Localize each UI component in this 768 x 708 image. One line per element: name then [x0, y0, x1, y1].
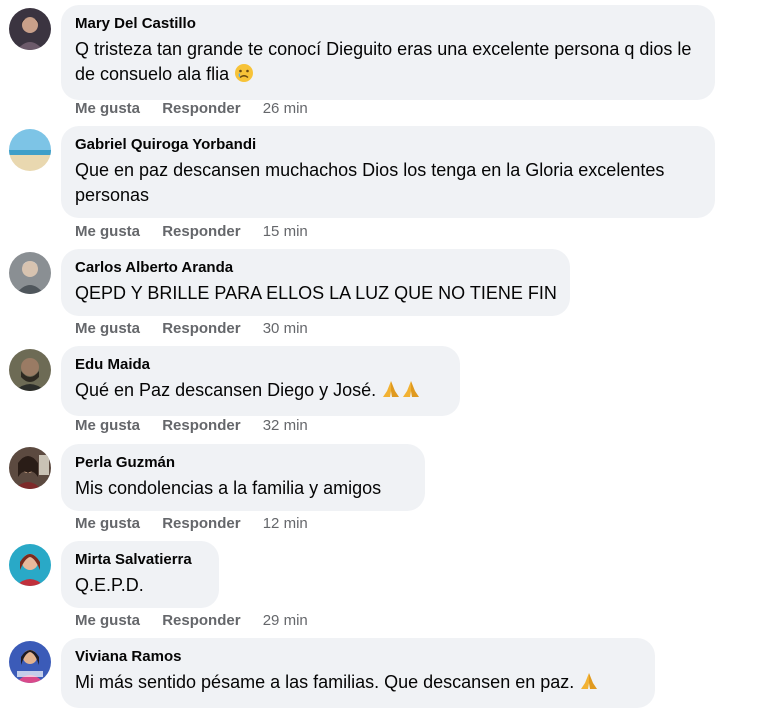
comment-text: Mis condolencias a la familia y amigos	[75, 478, 382, 498]
reply-button[interactable]: Responder	[162, 319, 240, 339]
timestamp[interactable]: 26 min	[263, 99, 308, 119]
comment-author[interactable]: Mary Del Castillo	[75, 14, 702, 34]
comment-actions: Me gusta Responder 29 min	[75, 611, 308, 631]
comment-bubble: Edu Maida Qué en Paz descansen Diego y J…	[61, 346, 460, 416]
comments-list: Mary Del Castillo Q tristeza tan grande …	[0, 0, 768, 708]
comment-text: Mi más sentido pésame a las familias. Qu…	[75, 670, 642, 698]
like-button[interactable]: Me gusta	[75, 611, 140, 631]
comment-text: Qué en Paz descansen Diego y José.	[75, 378, 447, 406]
comment-bubble: Carlos Alberto Aranda QEPD Y BRILLE PARA…	[61, 249, 570, 316]
avatar[interactable]	[9, 349, 51, 391]
comment-author[interactable]: Mirta Salvatierra	[75, 550, 206, 570]
avatar[interactable]	[9, 544, 51, 586]
timestamp[interactable]: 30 min	[263, 319, 308, 339]
avatar[interactable]	[9, 129, 51, 171]
comment-author[interactable]: Viviana Ramos	[75, 647, 642, 667]
comment-bubble: Gabriel Quiroga Yorbandi Que en paz desc…	[61, 126, 715, 218]
comment-bubble: Mary Del Castillo Q tristeza tan grande …	[61, 5, 715, 100]
comment-text: Q.E.P.D.	[75, 575, 144, 595]
folded-hands-icon	[381, 379, 401, 406]
folded-hands-icon	[579, 671, 599, 698]
like-button[interactable]: Me gusta	[75, 99, 140, 119]
comment-text: Q tristeza tan grande te conocí Dieguito…	[75, 37, 702, 90]
like-button[interactable]: Me gusta	[75, 319, 140, 339]
like-button[interactable]: Me gusta	[75, 222, 140, 242]
comment-author[interactable]: Carlos Alberto Aranda	[75, 258, 557, 278]
timestamp[interactable]: 12 min	[263, 514, 308, 534]
avatar[interactable]	[9, 8, 51, 50]
timestamp[interactable]: 15 min	[263, 222, 308, 242]
reply-button[interactable]: Responder	[162, 222, 240, 242]
comment-bubble: Mirta Salvatierra Q.E.P.D.	[61, 541, 219, 608]
comment-author[interactable]: Edu Maida	[75, 355, 447, 375]
comment-author[interactable]: Gabriel Quiroga Yorbandi	[75, 135, 702, 155]
timestamp[interactable]: 29 min	[263, 611, 308, 631]
like-button[interactable]: Me gusta	[75, 514, 140, 534]
comment-text-content: Q tristeza tan grande te conocí Dieguito…	[75, 39, 692, 84]
timestamp[interactable]: 32 min	[263, 416, 308, 436]
comment-actions: Me gusta Responder 12 min	[75, 514, 308, 534]
reply-button[interactable]: Responder	[162, 514, 240, 534]
comment-actions: Me gusta Responder 30 min	[75, 319, 308, 339]
comment-author[interactable]: Perla Guzmán	[75, 453, 412, 473]
reply-button[interactable]: Responder	[162, 99, 240, 119]
comment-text-content: Mi más sentido pésame a las familias. Qu…	[75, 672, 575, 692]
avatar[interactable]	[9, 252, 51, 294]
reply-button[interactable]: Responder	[162, 611, 240, 631]
folded-hands-icon	[401, 379, 421, 406]
comment-text-content: Qué en Paz descansen Diego y José.	[75, 380, 377, 400]
reply-button[interactable]: Responder	[162, 416, 240, 436]
sad-face-icon	[234, 63, 254, 90]
comment-actions: Me gusta Responder 32 min	[75, 416, 308, 436]
comment-text: Que en paz descansen muchachos Dios los …	[75, 160, 665, 205]
like-button[interactable]: Me gusta	[75, 416, 140, 436]
avatar[interactable]	[9, 447, 51, 489]
comment-bubble: Perla Guzmán Mis condolencias a la famil…	[61, 444, 425, 511]
comment-actions: Me gusta Responder 26 min	[75, 99, 308, 119]
comment-text: QEPD Y BRILLE PARA ELLOS LA LUZ QUE NO T…	[75, 283, 557, 303]
comment-bubble: Viviana Ramos Mi más sentido pésame a la…	[61, 638, 655, 708]
avatar[interactable]	[9, 641, 51, 683]
comment-actions: Me gusta Responder 15 min	[75, 222, 308, 242]
